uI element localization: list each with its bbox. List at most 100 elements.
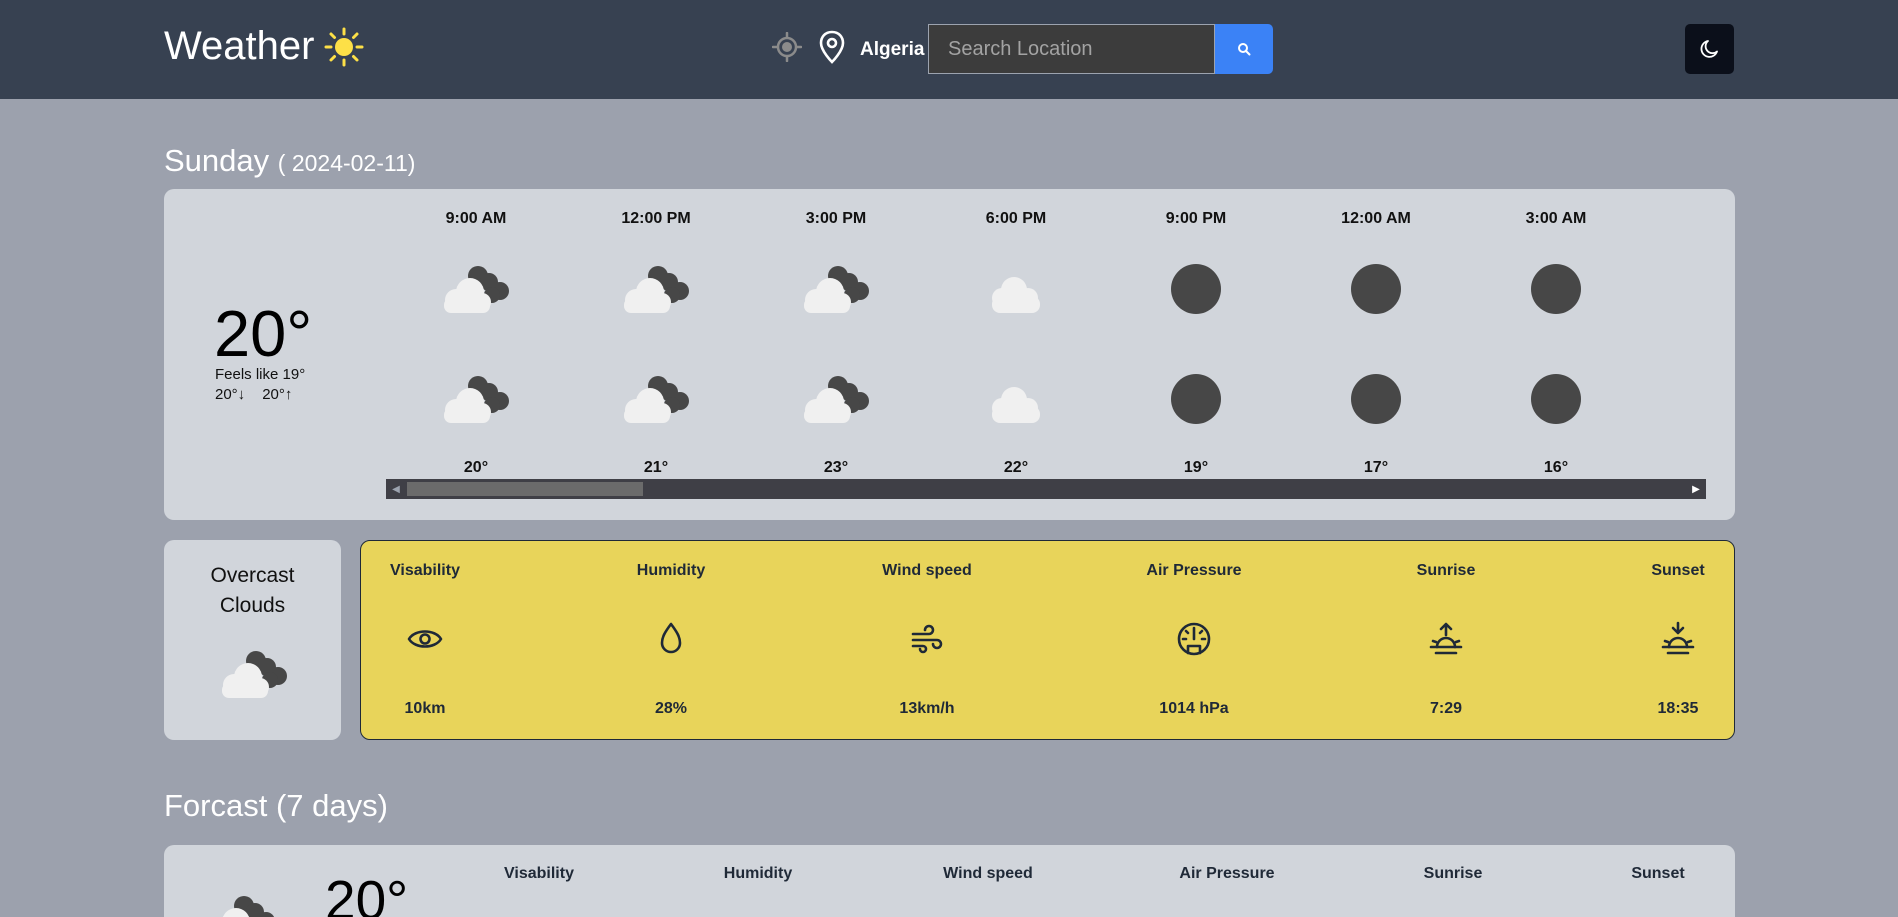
stat-air-pressure: Air Pressure 1014 hPa xyxy=(1124,541,1264,741)
hour-temperature: 22° xyxy=(1003,459,1029,476)
stat-sunset: Sunset 18:35 xyxy=(1608,541,1748,741)
brand[interactable]: Weather xyxy=(164,24,364,69)
hour-time: 9:00 AM xyxy=(445,210,507,227)
hour-temperature: 16° xyxy=(1543,459,1569,476)
hour-time: 3:00 AM xyxy=(1525,210,1587,227)
hour-temperature: 20° xyxy=(463,459,489,476)
wind-icon xyxy=(911,624,943,654)
map-pin-icon xyxy=(819,30,845,64)
stat-sunrise: Sunrise 7:29 xyxy=(1376,541,1516,741)
cloudy-icon xyxy=(436,260,516,318)
hour-time: 3:00 PM xyxy=(805,210,867,227)
sunrise-icon xyxy=(1429,622,1463,655)
dark-mode-toggle[interactable] xyxy=(1685,24,1734,74)
day-date: ( 2024-02-11) xyxy=(277,150,416,176)
cloudy-icon xyxy=(796,370,876,428)
stat-label: Wind speed xyxy=(882,562,972,579)
stat-value: 1014 hPa xyxy=(1159,700,1229,717)
cloudy-icon xyxy=(202,890,282,917)
forecast-stat-label: Humidity xyxy=(723,865,793,882)
scroll-left-arrow-icon[interactable]: ◀ xyxy=(386,479,406,499)
min-temp: 20°↓ xyxy=(215,386,246,403)
stat-wind-speed: Wind speed 13km/h xyxy=(857,541,997,741)
hourly-item: 6:00 AM 15° xyxy=(1646,189,1707,479)
sun-icon xyxy=(1696,370,1706,428)
hourly-item: 9:00 PM 19° xyxy=(1106,189,1286,479)
top-navbar: Weather Algeria xyxy=(0,0,1898,99)
stat-value: 7:29 xyxy=(1429,700,1463,717)
stat-value: 18:35 xyxy=(1657,700,1699,717)
current-location-icon[interactable] xyxy=(772,32,802,62)
moon-icon xyxy=(1700,40,1718,58)
hour-temperature: 23° xyxy=(823,459,849,476)
hourly-item: 3:00 PM 23° xyxy=(746,189,926,479)
forecast-day-card[interactable]: 20° Visability Humidity Wind speed Air Pres… xyxy=(164,845,1735,917)
stat-label: Sunset xyxy=(1651,562,1705,579)
stat-label: Sunrise xyxy=(1416,562,1476,579)
sunset-icon xyxy=(1661,621,1695,655)
hourly-item: 9:00 AM 20° xyxy=(386,189,566,479)
search-button[interactable] xyxy=(1215,24,1273,74)
brand-title: Weather xyxy=(164,24,315,68)
cloud-icon xyxy=(976,370,1056,428)
hour-temperature: 17° xyxy=(1363,459,1389,476)
hourly-forecast-card: 20° Feels like 19° 20°↓ 20°↑ 9:00 AM 20° 1… xyxy=(164,189,1735,520)
day-heading: Sunday ( 2024-02-11) xyxy=(164,143,415,179)
stat-value: 28% xyxy=(654,700,688,717)
scroll-right-arrow-icon[interactable]: ▶ xyxy=(1686,479,1706,499)
forecast-heading: Forcast (7 days) xyxy=(164,788,388,823)
hourly-scroll-area[interactable]: 9:00 AM 20° 12:00 PM 21° 3:00 PM 23° 6:00 PM 22… xyxy=(386,189,1706,479)
stat-label: Air Pressure xyxy=(1146,562,1242,579)
min-max-temp: 20°↓ 20°↑ xyxy=(215,386,292,403)
hour-temperature: 15° xyxy=(1646,459,1706,477)
moon-icon xyxy=(1336,260,1416,318)
search-icon xyxy=(1238,43,1251,56)
forecast-stat-label: Sunrise xyxy=(1423,865,1483,882)
cloudy-icon xyxy=(796,260,876,318)
stat-visability: Visability 10km xyxy=(355,541,495,741)
day-name: Sunday xyxy=(164,143,270,178)
stat-value: 10km xyxy=(404,700,446,717)
forecast-temperature: 20° xyxy=(325,869,409,917)
stat-label: Humidity xyxy=(636,562,706,579)
cloudy-icon xyxy=(616,370,696,428)
gauge-icon xyxy=(1177,622,1211,656)
moon-icon xyxy=(1516,260,1596,318)
hourly-item: 12:00 PM 21° xyxy=(566,189,746,479)
selected-location: Algeria xyxy=(860,39,925,60)
condition-line-1: Overcast xyxy=(210,564,295,587)
droplet-icon xyxy=(660,622,682,654)
weather-stats-card: Visability 10km Humidity 28% Wind speed 13km/… xyxy=(360,540,1735,740)
moon-icon xyxy=(1696,260,1706,318)
cloudy-icon xyxy=(214,645,294,703)
hour-temperature: 19° xyxy=(1183,459,1209,476)
hour-time: 12:00 AM xyxy=(1341,210,1411,227)
current-temperature: 20° xyxy=(214,297,313,370)
hour-time: 6:00 AM xyxy=(1646,210,1707,228)
stat-value: 13km/h xyxy=(899,700,955,717)
moon-icon xyxy=(1336,370,1416,428)
search-location-input[interactable] xyxy=(928,24,1215,74)
hour-time: 9:00 PM xyxy=(1165,210,1227,227)
hour-temperature: 21° xyxy=(643,459,669,476)
condition-line-2: Clouds xyxy=(219,594,286,617)
moon-icon xyxy=(1516,370,1596,428)
moon-icon xyxy=(1156,370,1236,428)
moon-icon xyxy=(1156,260,1236,318)
stat-label: Visability xyxy=(390,562,460,579)
hourly-item: 12:00 AM 17° xyxy=(1286,189,1466,479)
scroll-thumb[interactable] xyxy=(407,482,643,496)
sun-logo-icon xyxy=(324,27,364,66)
max-temp: 20°↑ xyxy=(262,386,293,403)
cloudy-icon xyxy=(616,260,696,318)
condition-card: Overcast Clouds xyxy=(164,540,341,740)
cloud-icon xyxy=(976,260,1056,318)
forecast-stat-label: Wind speed xyxy=(943,865,1033,882)
horizontal-scrollbar[interactable]: ◀ ▶ xyxy=(386,479,1706,499)
forecast-stat-label: Air Pressure xyxy=(1179,865,1275,882)
eye-icon xyxy=(407,630,443,648)
hourly-item: 3:00 AM 16° xyxy=(1466,189,1646,479)
cloudy-icon xyxy=(436,370,516,428)
forecast-stat-label: Visability xyxy=(504,865,574,882)
stat-humidity: Humidity 28% xyxy=(601,541,741,741)
